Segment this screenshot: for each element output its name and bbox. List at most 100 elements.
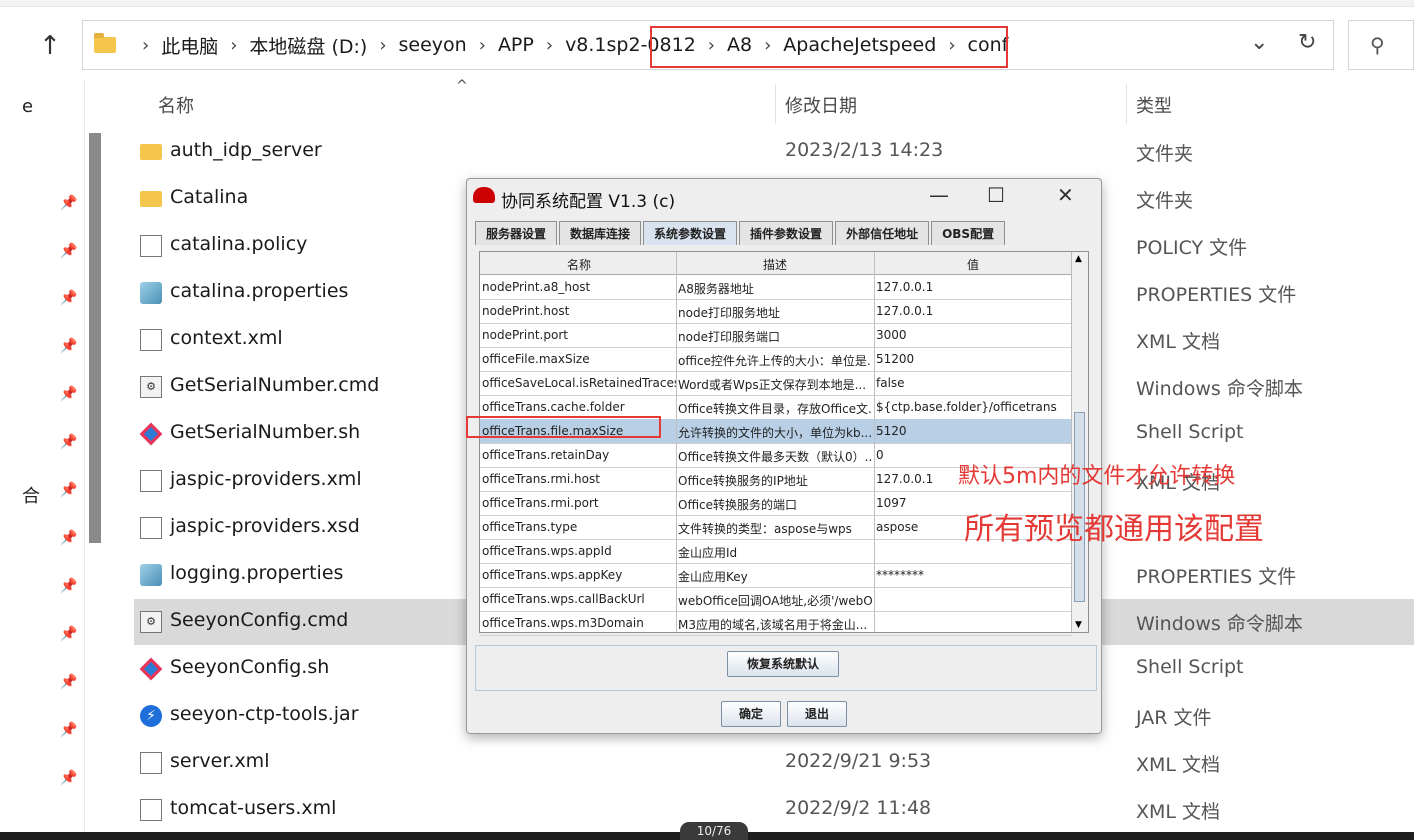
redhat-icon [473,187,495,203]
param-value-cell[interactable]: 51200 [876,352,1070,366]
tab-obs[interactable]: OBS配置 [931,221,1006,245]
table-row[interactable]: officeSaveLocal.isRetainedTraces Word或者Wp… [480,371,1072,396]
param-name-cell: officeTrans.wps.callBackUrl [482,592,645,606]
params-table: 名称 描述 值 nodePrint.a8_host A8服务器地址 127.0.0.… [479,251,1089,636]
param-value-cell[interactable]: false [876,376,1070,390]
chevron-down-icon[interactable]: ⌄ [1250,30,1268,55]
column-header-name[interactable]: 名称 [158,92,194,118]
pin-icon[interactable]: 📌 [60,243,77,259]
table-row[interactable]: nodePrint.port node打印服务端口 3000 [480,323,1072,348]
pin-icon[interactable]: 📌 [60,482,77,498]
pin-icon[interactable]: 📌 [60,578,77,594]
breadcrumb-item[interactable]: 此电脑 [161,32,218,59]
breadcrumb-item[interactable]: APP [498,34,534,56]
tab-system-params[interactable]: 系统参数设置 [643,221,738,245]
header-value[interactable]: 值 [876,256,1070,273]
param-description-cell: 文件转换的类型：aspose与wps [678,522,852,536]
file-type: PROPERTIES 文件 [1136,284,1297,306]
tab-plugin-params[interactable]: 插件参数设置 [739,221,834,245]
param-name-cell: officeTrans.rmi.host [482,472,600,486]
table-row[interactable]: nodePrint.host node打印服务地址 127.0.0.1 [480,299,1072,324]
param-description-cell: webOffice回调OA地址,必须'/webOf... [678,594,872,608]
file-row[interactable]: tomcat-users.xml 2022/9/2 11:48 XML 文档 [134,787,1414,833]
file-icon [140,517,162,539]
param-value-cell[interactable]: ${ctp.base.folder}/officetrans [876,400,1070,414]
refresh-icon[interactable]: ↻ [1298,30,1316,55]
param-value-cell[interactable]: 127.0.0.1 [876,280,1070,294]
file-type: Shell Script [1136,656,1244,678]
ok-button[interactable]: 确定 [721,701,781,727]
pin-icon[interactable]: 📌 [60,722,77,738]
nav-partial-text: 合 [22,486,40,507]
scroll-up-icon[interactable]: ▲ [1075,254,1082,264]
param-name-cell: nodePrint.port [482,328,568,342]
table-row[interactable]: officeTrans.wps.callBackUrl webOffice回调OA… [480,587,1072,612]
pin-icon[interactable]: 📌 [60,434,77,450]
file-type: PROPERTIES 文件 [1136,566,1297,588]
file-icon [140,799,162,821]
pin-icon[interactable]: 📌 [60,386,77,402]
file-row[interactable]: auth_idp_server 2023/2/13 14:23 文件夹 [134,129,1414,175]
param-value-cell[interactable]: 127.0.0.1 [876,304,1070,318]
param-description-cell: 金山应用Key [678,570,748,584]
file-icon [140,329,162,351]
column-header-type[interactable]: 类型 [1136,92,1172,118]
pin-icon[interactable]: 📌 [60,530,77,546]
table-row[interactable]: officeTrans.wps.m3Domain M3应用的域名,该域名用于将金山… [480,611,1072,636]
chevron-right-icon: › [142,34,150,56]
close-icon[interactable]: ✕ [1057,183,1074,207]
pin-icon[interactable]: 📌 [60,770,77,786]
chevron-right-icon: › [379,34,387,56]
restore-defaults-button[interactable]: 恢复系统默认 [727,651,839,677]
param-description-cell: Office转换服务的端口 [678,498,798,512]
properties-file-icon [140,282,162,304]
file-type: Windows 命令脚本 [1136,613,1303,635]
column-divider[interactable] [775,84,776,124]
header-description[interactable]: 描述 [678,256,872,273]
breadcrumb-item[interactable]: seeyon [399,34,467,56]
up-arrow-icon[interactable]: ↑ [34,30,66,62]
file-icon [140,235,162,257]
column-divider[interactable] [1126,84,1127,124]
table-scrollbar[interactable]: ▲ ▼ [1071,252,1088,632]
maximize-icon[interactable]: ☐ [987,183,1005,207]
breadcrumb-item[interactable]: 本地磁盘 (D:) [249,32,367,59]
param-description-cell: 金山应用Id [678,546,738,560]
table-row[interactable]: nodePrint.a8_host A8服务器地址 127.0.0.1 [480,275,1072,300]
tab-database[interactable]: 数据库连接 [559,221,642,245]
column-header-date[interactable]: 修改日期 [785,92,857,118]
folder-icon [140,191,162,207]
file-date: 2023/2/13 14:23 [785,139,944,161]
param-description-cell: Word或者Wps正文保存到本地是... [678,378,867,392]
shell-script-icon [139,422,163,446]
param-value-cell[interactable]: 5120 [876,424,1070,438]
file-type: XML 文档 [1136,754,1221,776]
param-value-cell[interactable]: 3000 [876,328,1070,342]
scroll-down-icon[interactable]: ▼ [1075,620,1082,630]
table-row[interactable]: officeFile.maxSize office控件允许上传的大小：单位是...… [480,347,1072,372]
column-divider [676,252,677,632]
exit-button[interactable]: 退出 [787,701,847,727]
minimize-icon[interactable]: — [929,183,949,207]
file-name: SeeyonConfig.sh [170,656,330,678]
tab-server[interactable]: 服务器设置 [475,221,558,245]
header-name[interactable]: 名称 [482,256,676,273]
file-name: context.xml [170,327,283,349]
param-description-cell: node打印服务地址 [678,306,780,320]
file-name: tomcat-users.xml [170,797,337,819]
param-description-cell: Office转换服务的IP地址 [678,474,808,488]
file-name: jaspic-providers.xml [170,468,362,490]
nav-scrollbar[interactable] [89,133,101,543]
pin-icon[interactable]: 📌 [60,290,77,306]
file-row[interactable]: server.xml 2022/9/21 9:53 XML 文档 [134,740,1414,786]
param-name-cell: officeTrans.cache.folder [482,400,625,414]
pin-icon[interactable]: 📌 [60,626,77,642]
pin-icon[interactable]: 📌 [60,674,77,690]
pin-icon[interactable]: 📌 [60,338,77,354]
tab-trusted-addresses[interactable]: 外部信任地址 [835,221,930,245]
file-type: XML 文档 [1136,801,1221,823]
param-value-cell[interactable]: ******** [876,568,1070,582]
param-description-cell: node打印服务端口 [678,330,780,344]
table-row[interactable]: officeTrans.wps.appKey 金山应用Key ******** [480,563,1072,588]
pin-icon[interactable]: 📌 [60,195,77,211]
